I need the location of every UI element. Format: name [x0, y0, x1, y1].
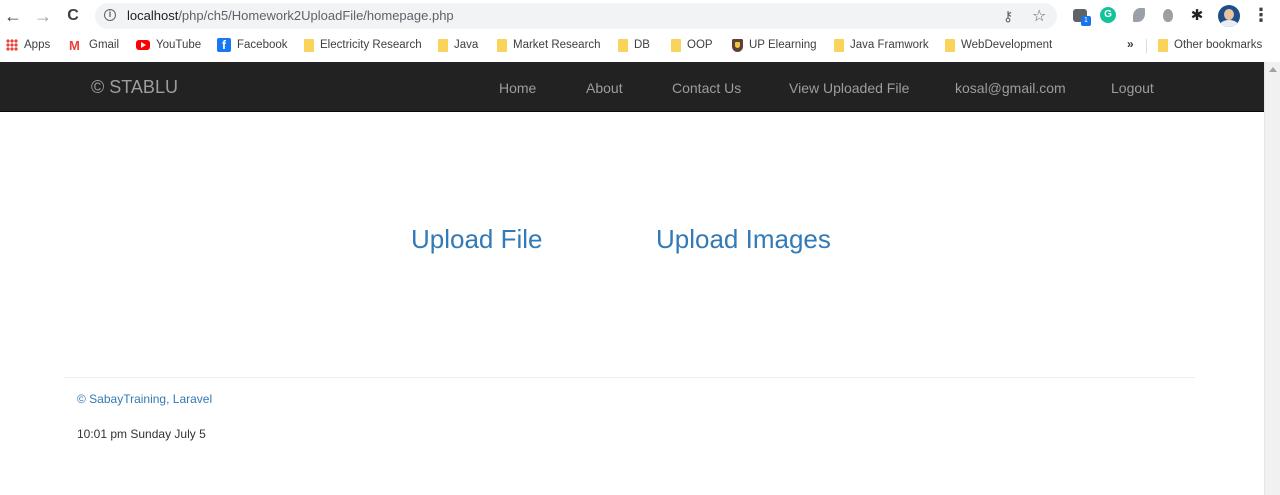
- folder-icon: [618, 38, 628, 52]
- page-viewport: © STABLU Home About Contact Us View Uplo…: [0, 62, 1264, 495]
- bookmark-facebook[interactable]: f Facebook: [217, 37, 288, 53]
- bookmark-up-elearning[interactable]: UP Elearning: [732, 37, 817, 53]
- bookmark-label: Electricity Research: [320, 39, 422, 51]
- leaf-shape: [1133, 8, 1145, 22]
- avatar-face: [1224, 9, 1234, 20]
- bug-extension-icon[interactable]: [1159, 6, 1177, 24]
- avatar-shirt: [1220, 20, 1238, 27]
- extension-cube-icon[interactable]: 1: [1071, 6, 1091, 26]
- bookmark-label: Java Framwork: [850, 39, 929, 51]
- bookmark-label: Gmail: [89, 39, 120, 51]
- grammarly-icon[interactable]: G: [1099, 6, 1117, 24]
- bookmark-label: Other bookmarks: [1174, 39, 1263, 51]
- vertical-scrollbar[interactable]: [1264, 62, 1280, 495]
- bookmarks-bar: Apps M Gmail YouTube f Facebook Electric…: [0, 33, 1280, 57]
- bookmark-youtube[interactable]: YouTube: [136, 37, 201, 53]
- bookmark-db[interactable]: DB: [618, 37, 650, 53]
- footer-divider: [64, 377, 1195, 378]
- folder-icon: [945, 38, 955, 52]
- url-text[interactable]: localhost/php/ch5/Homework2UploadFile/ho…: [127, 8, 454, 23]
- folder-icon: [671, 38, 681, 52]
- bookmark-label: Facebook: [237, 39, 288, 51]
- grammarly-badge: G: [1100, 7, 1116, 23]
- bookmark-other-bookmarks[interactable]: Other bookmarks: [1158, 37, 1262, 53]
- folder-icon: [438, 38, 448, 52]
- bookmark-label: OOP: [687, 39, 713, 51]
- nav-link-home[interactable]: Home: [499, 79, 536, 97]
- back-button[interactable]: ←: [1, 4, 25, 28]
- nav-link-view-uploaded-file[interactable]: View Uploaded File: [789, 79, 909, 97]
- bookmark-label: WebDevelopment: [961, 39, 1053, 51]
- url-host: localhost: [127, 8, 179, 23]
- address-bar[interactable]: i localhost/php/ch5/Homework2UploadFile/…: [95, 3, 1057, 29]
- folder-icon: [497, 38, 507, 52]
- bookmark-market-research[interactable]: Market Research: [497, 37, 601, 53]
- bookmark-java-framwork[interactable]: Java Framwork: [834, 37, 929, 53]
- arrow-right-icon: →: [34, 6, 52, 26]
- footer-credit-link[interactable]: © SabayTraining, Laravel: [77, 392, 212, 407]
- upload-images-link[interactable]: Upload Images: [656, 224, 831, 254]
- bookmark-apps[interactable]: Apps: [6, 37, 50, 53]
- shield-icon: [732, 38, 743, 52]
- bookmark-webdevelopment[interactable]: WebDevelopment: [945, 37, 1052, 53]
- bookmark-label: DB: [634, 39, 650, 51]
- key-icon[interactable]: ⚷: [1003, 8, 1013, 25]
- site-navbar: © STABLU Home About Contact Us View Uplo…: [0, 62, 1264, 112]
- bookmark-label: Java: [454, 39, 479, 51]
- reload-icon: C: [67, 7, 79, 24]
- bookmark-gmail[interactable]: M Gmail: [69, 37, 119, 53]
- reload-button[interactable]: C: [61, 4, 85, 28]
- bookmark-electricity-research[interactable]: Electricity Research: [304, 37, 422, 53]
- nav-link-contact-us[interactable]: Contact Us: [672, 79, 741, 97]
- bug-shape: [1163, 8, 1173, 22]
- navbar-brand[interactable]: © STABLU: [91, 77, 178, 97]
- arrow-left-icon: ←: [4, 6, 22, 26]
- bookmark-label: Market Research: [513, 39, 601, 51]
- leaf-extension-icon[interactable]: [1130, 6, 1148, 24]
- nav-link-logout[interactable]: Logout: [1111, 79, 1154, 97]
- bookmark-label: UP Elearning: [749, 39, 817, 51]
- browser-toolbar: ← → C i localhost/php/ch5/Homework2Uploa…: [0, 0, 1280, 33]
- bookmarks-overflow-button[interactable]: »: [1127, 37, 1134, 51]
- info-icon[interactable]: i: [104, 9, 116, 21]
- apps-grid-icon: [6, 39, 18, 51]
- folder-icon: [834, 38, 844, 52]
- star-icon[interactable]: ☆: [1032, 6, 1046, 26]
- facebook-icon: f: [217, 38, 231, 52]
- browser-menu-icon[interactable]: ⋮: [1252, 5, 1270, 27]
- nav-link-about[interactable]: About: [586, 79, 623, 97]
- nav-link-user-email[interactable]: kosal@gmail.com: [955, 79, 1066, 97]
- extension-cube-shape: 1: [1073, 8, 1091, 26]
- folder-icon: [1158, 38, 1168, 52]
- bookmark-oop[interactable]: OOP: [671, 37, 713, 53]
- bookmark-label: YouTube: [156, 39, 202, 51]
- footer-timestamp: 10:01 pm Sunday July 5: [77, 427, 206, 441]
- bookmark-java[interactable]: Java: [438, 37, 478, 53]
- url-path: /php/ch5/Homework2UploadFile/homepage.ph…: [178, 8, 454, 23]
- bookmarks-separator: [1146, 39, 1147, 53]
- forward-button[interactable]: →: [31, 4, 55, 28]
- youtube-icon: [136, 40, 150, 50]
- upload-file-link[interactable]: Upload File: [411, 224, 543, 254]
- gmail-icon: M: [69, 38, 80, 53]
- extension-badge: 1: [1081, 15, 1091, 26]
- profile-avatar[interactable]: [1218, 5, 1240, 27]
- scroll-up-arrow-icon[interactable]: [1269, 67, 1277, 72]
- extensions-puzzle-icon[interactable]: ✱: [1188, 6, 1206, 24]
- folder-icon: [304, 38, 314, 52]
- bookmark-label: Apps: [24, 39, 51, 51]
